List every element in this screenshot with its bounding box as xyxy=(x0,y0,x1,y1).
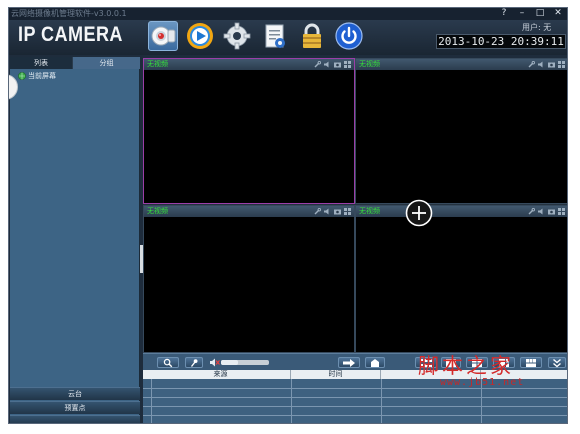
gear-icon[interactable] xyxy=(222,21,252,51)
device-sidebar: 列表 分组 当前屏幕 云台 预置点 xyxy=(9,57,140,423)
grid-icon[interactable] xyxy=(344,61,351,68)
header-toolbar: IP CAMERA 用户: 无 2013-10-23 20:39:11 xyxy=(9,20,567,55)
mic-icon xyxy=(190,358,198,367)
help-button[interactable]: ? xyxy=(497,8,511,20)
grid-icon[interactable] xyxy=(344,208,351,215)
minimize-button[interactable]: – xyxy=(515,8,529,20)
video-cell-header: 无视频 xyxy=(144,206,354,217)
volume-slider[interactable] xyxy=(221,360,269,365)
datetime-display: 2013-10-23 20:39:11 xyxy=(436,34,566,49)
accordion-ptz[interactable]: 云台 xyxy=(10,387,140,400)
grid-icon[interactable] xyxy=(558,208,565,215)
maximize-button[interactable]: □ xyxy=(533,8,547,20)
speaker-muted-icon[interactable] xyxy=(210,358,220,367)
globe-icon xyxy=(18,72,26,80)
tab-group[interactable]: 分组 xyxy=(72,57,140,69)
table-divider xyxy=(381,379,382,423)
export-icon xyxy=(343,358,355,367)
accordion-more[interactable] xyxy=(10,415,140,423)
webcam-icon[interactable] xyxy=(148,21,178,51)
snapshot-icon xyxy=(371,358,379,367)
video-cell-tools xyxy=(314,208,352,215)
table-row xyxy=(143,406,567,407)
tree-item-label: 当前屏幕 xyxy=(28,72,56,80)
panel-toggle-knob[interactable] xyxy=(9,74,18,100)
camera-icon[interactable] xyxy=(548,208,555,215)
watermark-url: www.jb51.net xyxy=(440,377,525,388)
wrench-icon[interactable] xyxy=(528,61,535,68)
document-icon[interactable] xyxy=(260,21,290,51)
table-row xyxy=(143,415,567,416)
video-status-label: 无视频 xyxy=(359,60,380,68)
brand-logo: IP CAMERA xyxy=(18,23,123,46)
export-button[interactable] xyxy=(338,357,360,368)
camera-icon[interactable] xyxy=(548,61,555,68)
window-title: 云网络摄像机管理软件-v3.0.0.1 xyxy=(11,9,127,18)
wrench-icon[interactable] xyxy=(528,208,535,215)
lock-icon[interactable] xyxy=(297,21,327,51)
video-status-label: 无视频 xyxy=(147,207,168,215)
video-cell[interactable]: 无视频 xyxy=(355,58,567,204)
site-watermark: 脚本之家 www.jb51.net xyxy=(418,350,568,390)
video-cell-header: 无视频 xyxy=(356,59,567,70)
column-header-time[interactable]: 时间 xyxy=(291,370,381,379)
video-cell[interactable]: 无视频 xyxy=(143,58,355,204)
speaker-icon[interactable] xyxy=(538,208,545,215)
video-status-label: 无视频 xyxy=(359,207,380,215)
video-cell[interactable]: 无视频 xyxy=(143,205,355,353)
mic-button[interactable] xyxy=(185,357,203,368)
accordion-preset[interactable]: 预置点 xyxy=(10,401,140,414)
table-row xyxy=(143,397,567,398)
volume-fill xyxy=(221,360,238,365)
wrench-icon[interactable] xyxy=(314,61,321,68)
video-cell-header: 无视频 xyxy=(144,59,354,70)
video-cell-tools xyxy=(314,61,352,68)
grid-icon[interactable] xyxy=(558,61,565,68)
video-cell-tools xyxy=(528,61,566,68)
speaker-icon[interactable] xyxy=(538,61,545,68)
speaker-icon[interactable] xyxy=(324,208,331,215)
tab-list[interactable]: 列表 xyxy=(10,57,72,69)
video-cell[interactable]: 无视频 xyxy=(355,205,567,353)
wrench-icon[interactable] xyxy=(314,208,321,215)
play-icon[interactable] xyxy=(185,21,215,51)
column-header-source[interactable]: 来源 xyxy=(151,370,291,379)
snapshot-button[interactable] xyxy=(365,357,385,368)
video-grid: 无视频 无视频 无视频 无视频 xyxy=(143,58,567,353)
video-status-label: 无视频 xyxy=(147,60,168,68)
user-label: 用户: 无 xyxy=(522,23,552,32)
video-cell-header: 无视频 xyxy=(356,206,567,217)
power-icon[interactable] xyxy=(334,21,364,51)
plus-circle-icon[interactable] xyxy=(405,199,433,227)
table-divider xyxy=(151,379,152,423)
watermark-text: 脚本之家 xyxy=(418,354,514,378)
speaker-icon[interactable] xyxy=(324,61,331,68)
camera-icon[interactable] xyxy=(334,61,341,68)
search-icon xyxy=(163,358,173,367)
video-cell-tools xyxy=(528,208,566,215)
table-divider xyxy=(291,379,292,423)
search-button[interactable] xyxy=(157,357,179,368)
camera-icon[interactable] xyxy=(334,208,341,215)
close-button[interactable]: ✕ xyxy=(551,8,565,20)
title-bar: 云网络摄像机管理软件-v3.0.0.1 ? – □ ✕ xyxy=(9,8,567,20)
